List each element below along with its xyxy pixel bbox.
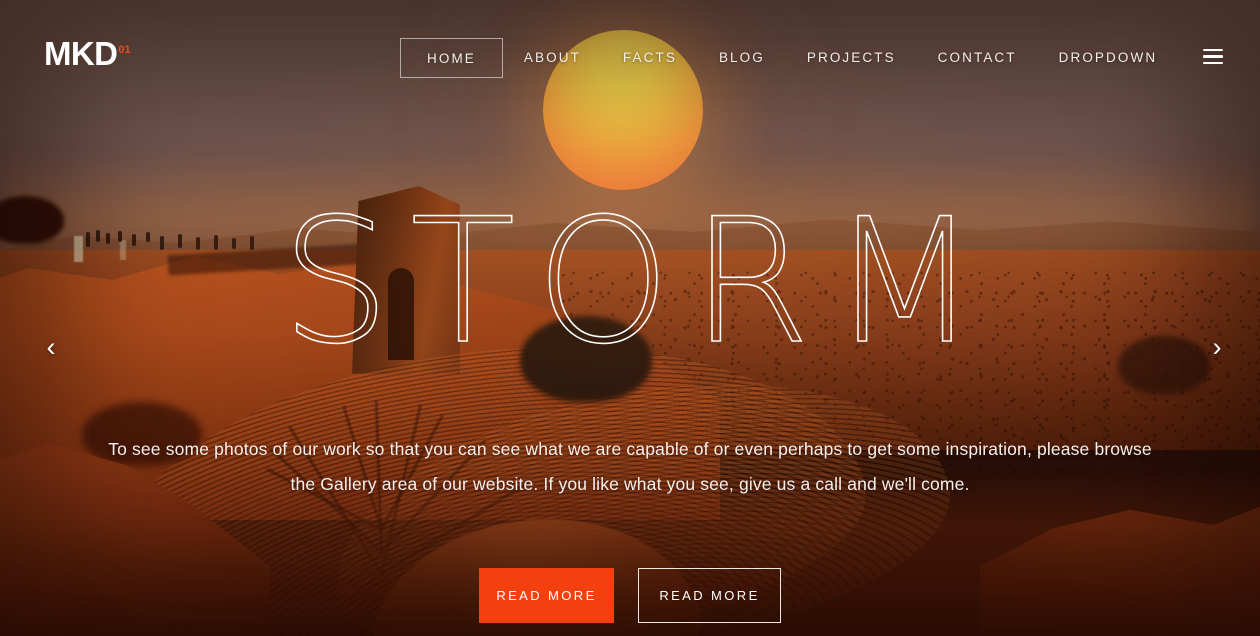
hero-cta-group: READ MORE READ MORE (0, 568, 1260, 623)
hero-content: STORM To see some photos of our work so … (0, 0, 1260, 636)
read-more-secondary-button[interactable]: READ MORE (638, 568, 781, 623)
carousel-prev-chevron-left-icon[interactable]: ‹ (34, 330, 68, 364)
read-more-primary-button[interactable]: READ MORE (479, 568, 614, 623)
hero-title: STORM (0, 196, 1260, 368)
carousel-next-chevron-right-icon[interactable]: › (1200, 330, 1234, 364)
hero-slider-stage: MKD01 HOME ABOUT FACTS BLOG PROJECTS CON… (0, 0, 1260, 636)
ui-layer: MKD01 HOME ABOUT FACTS BLOG PROJECTS CON… (0, 0, 1260, 636)
hero-paragraph: To see some photos of our work so that y… (96, 432, 1164, 502)
